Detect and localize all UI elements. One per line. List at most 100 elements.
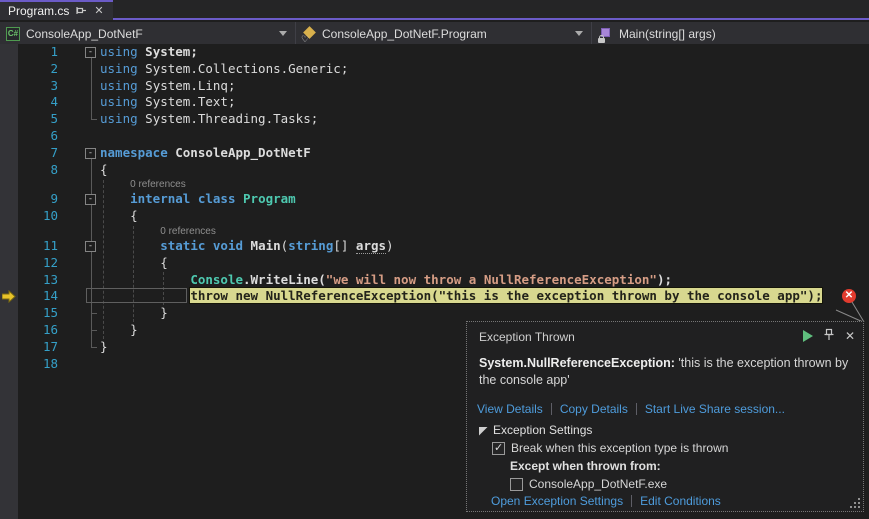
code-text: using System.Threading.Tasks;	[100, 111, 318, 128]
edit-conditions-link[interactable]: Edit Conditions	[640, 494, 721, 508]
code-text: using System.Text;	[100, 94, 235, 111]
break-when-thrown-label: Break when this exception type is thrown	[511, 441, 728, 455]
line-number: 14	[18, 288, 58, 305]
start-live-share-link[interactable]: Start Live Share session...	[645, 402, 785, 416]
close-icon[interactable]: ✕	[845, 329, 855, 343]
exception-type: System.NullReferenceException:	[479, 356, 675, 370]
line-number: 12	[18, 255, 58, 272]
continue-execution-icon[interactable]	[803, 330, 813, 342]
code-text: {	[100, 255, 168, 272]
line-number: 17	[18, 339, 58, 356]
pin-icon[interactable]	[76, 6, 87, 17]
tab-title: Program.cs	[8, 4, 69, 18]
member-dropdown[interactable]: Main(string[] args)	[592, 22, 869, 45]
line-number: 7	[18, 145, 58, 162]
exception-settings-header: Exception Settings	[493, 423, 592, 437]
code-line[interactable]: 1 -using System;	[0, 44, 869, 61]
exception-message: System.NullReferenceException: 'this is …	[479, 355, 855, 389]
link-separator	[636, 403, 637, 415]
line-number: 5	[18, 111, 58, 128]
codelens-references-link[interactable]: 0 references	[160, 225, 216, 238]
close-icon[interactable]: ✕	[94, 6, 103, 17]
code-text: using System.Collections.Generic;	[100, 61, 348, 78]
line-number: 1	[18, 44, 58, 61]
code-line[interactable]: 12 {	[0, 255, 869, 272]
view-details-link[interactable]: View Details	[477, 402, 543, 416]
open-exception-settings-link[interactable]: Open Exception Settings	[491, 494, 623, 508]
pin-icon-glyph	[76, 6, 87, 17]
line-number: 16	[18, 322, 58, 339]
codelens-references-link[interactable]: 0 references	[130, 178, 186, 191]
line-number: 6	[18, 128, 58, 145]
fold-toggle[interactable]: -	[85, 194, 96, 205]
document-tab-strip: Program.cs ✕	[0, 0, 869, 20]
line-number: 4	[18, 94, 58, 111]
type-dropdown[interactable]: ♡ ConsoleApp_DotNetF.Program	[296, 22, 592, 45]
code-text: using System.Linq;	[100, 78, 235, 95]
private-lock-icon	[598, 38, 605, 43]
line-number: 11	[18, 238, 58, 255]
code-line[interactable]: 10 {	[0, 208, 869, 225]
code-text: }	[100, 339, 108, 356]
code-line[interactable]: 7 -namespace ConsoleApp_DotNetF	[0, 145, 869, 162]
navigation-bar: C# ConsoleApp_DotNetF ♡ ConsoleApp_DotNe…	[0, 22, 869, 46]
code-line[interactable]: 13 Console.WriteLine("we will now throw …	[0, 272, 869, 289]
code-line[interactable]: 14 throw new NullReferenceException("thi…	[0, 288, 869, 305]
code-text: internal class Program	[100, 191, 296, 208]
line-number: 9	[18, 191, 58, 208]
line-number: 8	[18, 162, 58, 179]
module-exclusion-checkbox[interactable]	[510, 478, 523, 491]
tab-program-cs[interactable]: Program.cs ✕	[0, 0, 113, 20]
line-number: 15	[18, 305, 58, 322]
exception-error-icon[interactable]: ✕	[842, 289, 856, 303]
code-text: {	[100, 162, 108, 179]
chevron-down-icon[interactable]	[575, 31, 583, 36]
project-dropdown[interactable]: C# ConsoleApp_DotNetF	[0, 22, 296, 45]
codelens-row[interactable]: 0 references	[0, 225, 869, 238]
line-number: 13	[18, 272, 58, 289]
internal-modifier-icon: ♡	[301, 35, 309, 44]
exception-thrown-popup: Exception Thrown ✕ System.NullReferenceE…	[466, 321, 864, 512]
current-statement-arrow-icon	[2, 290, 16, 308]
code-line[interactable]: 8{	[0, 162, 869, 179]
codelens-row[interactable]: 0 references	[0, 178, 869, 191]
code-text: }	[100, 322, 138, 339]
pin-icon-glyph	[823, 328, 835, 341]
member-dropdown-label: Main(string[] args)	[619, 27, 716, 41]
class-icon: ♡	[302, 27, 316, 41]
code-text: Console.WriteLine("we will now throw a N…	[100, 272, 672, 289]
code-text: throw new NullReferenceException("this i…	[100, 288, 822, 305]
link-separator	[551, 403, 552, 415]
code-line[interactable]: 3 using System.Linq;	[0, 78, 869, 95]
code-text: using System;	[100, 44, 198, 61]
code-line[interactable]: 2using System.Collections.Generic;	[0, 61, 869, 78]
break-when-thrown-checkbox[interactable]	[492, 442, 505, 455]
code-line[interactable]: 11 - static void Main(string[] args)	[0, 238, 869, 255]
line-number: 10	[18, 208, 58, 225]
link-separator	[631, 495, 632, 507]
code-text: {	[100, 208, 138, 225]
code-line[interactable]: 5 using System.Threading.Tasks;	[0, 111, 869, 128]
copy-details-link[interactable]: Copy Details	[560, 402, 628, 416]
code-text: namespace ConsoleApp_DotNetF	[100, 145, 311, 162]
csharp-project-icon: C#	[6, 27, 20, 41]
method-icon	[598, 27, 613, 41]
code-line[interactable]: 9 - internal class Program	[0, 191, 869, 208]
module-exclusion-label: ConsoleApp_DotNetF.exe	[529, 477, 667, 491]
line-number: 18	[18, 356, 58, 373]
chevron-down-icon[interactable]	[279, 31, 287, 36]
fold-toggle[interactable]: -	[85, 241, 96, 252]
line-number: 3	[18, 78, 58, 95]
pin-icon[interactable]	[823, 328, 835, 344]
code-line[interactable]: 6	[0, 128, 869, 145]
code-line[interactable]: 4 using System.Text;	[0, 94, 869, 111]
popup-title: Exception Thrown	[479, 330, 575, 344]
collapse-expander-icon[interactable]	[479, 427, 488, 436]
code-text: }	[100, 305, 168, 322]
except-when-thrown-label: Except when thrown from:	[510, 459, 661, 473]
fold-toggle[interactable]: -	[85, 47, 96, 58]
resize-grip[interactable]	[850, 498, 861, 509]
code-line[interactable]: 15 }	[0, 305, 869, 322]
code-text: static void Main(string[] args)	[100, 238, 394, 255]
fold-toggle[interactable]: -	[85, 148, 96, 159]
